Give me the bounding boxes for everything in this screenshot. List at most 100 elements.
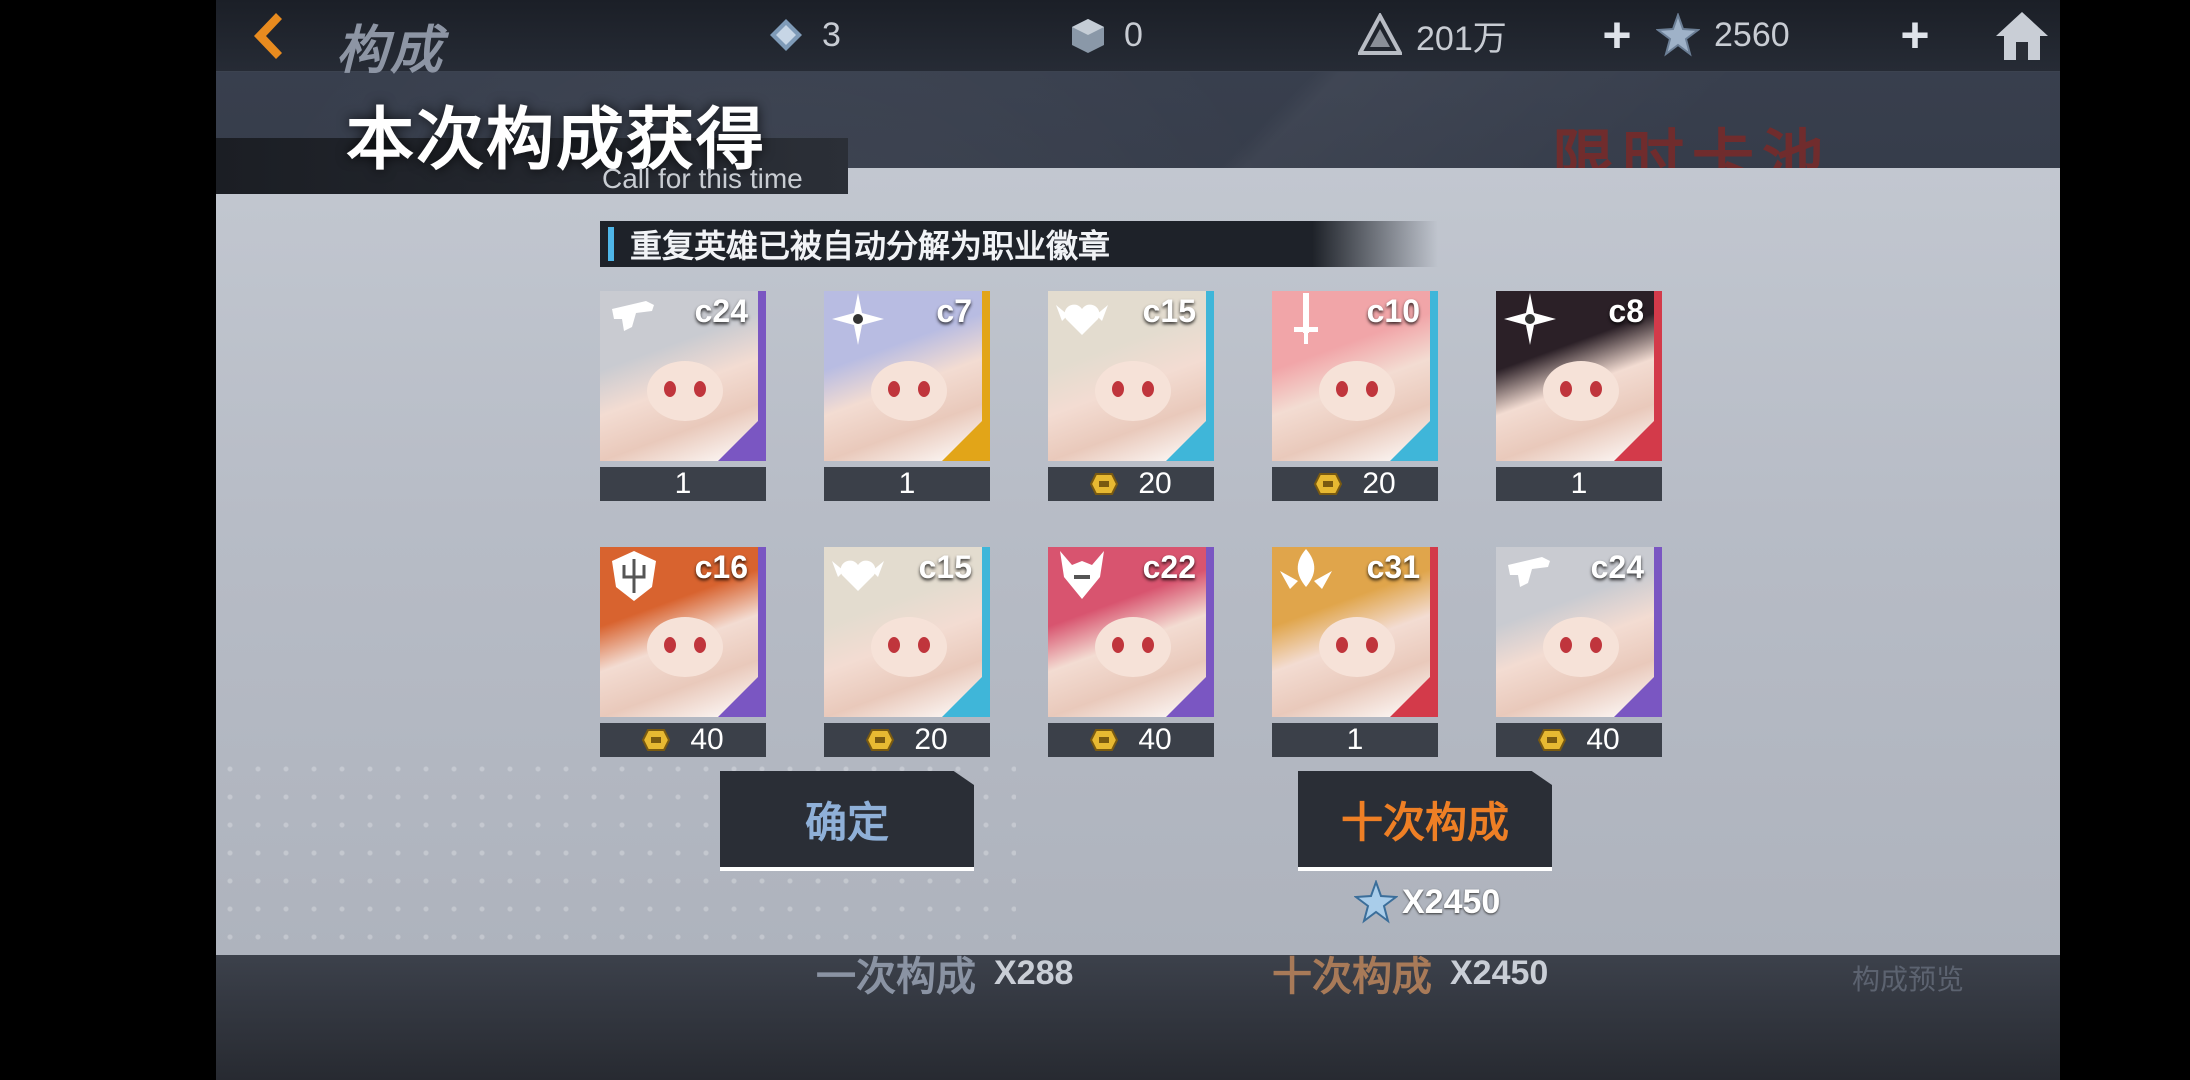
hero-face bbox=[1543, 361, 1619, 421]
back-button[interactable] bbox=[236, 8, 296, 64]
ten-pull-cost: X2450 bbox=[1354, 880, 1500, 924]
hero-code: c15 bbox=[1142, 293, 1196, 329]
class-badge-icon bbox=[1538, 729, 1567, 751]
hero-portrait: c15 bbox=[1048, 291, 1214, 461]
hero-code: c31 bbox=[1366, 549, 1420, 585]
top-bar: 构成 3 0 201万 + 2560 + bbox=[216, 0, 2060, 80]
hero-card[interactable]: c31 1 bbox=[1272, 547, 1438, 757]
hero-code: c22 bbox=[1142, 549, 1196, 585]
hero-count: 40 bbox=[1138, 723, 1172, 756]
home-icon bbox=[1996, 12, 2048, 60]
gold-amount: 201万 bbox=[1416, 19, 1507, 58]
hero-portrait: c10 bbox=[1272, 291, 1438, 461]
hero-portrait: c8 bbox=[1496, 291, 1662, 461]
hero-count: 1 bbox=[898, 467, 916, 500]
home-button[interactable] bbox=[1990, 6, 2054, 66]
hero-card[interactable]: c8 1 bbox=[1496, 291, 1662, 501]
ten-pull-cost-value: X2450 bbox=[1402, 882, 1501, 921]
hero-count: 20 bbox=[914, 723, 948, 756]
shuriken-icon bbox=[1504, 293, 1556, 345]
hero-code: c16 bbox=[694, 549, 748, 585]
demon-helm-icon bbox=[1060, 551, 1104, 599]
duplicate-notice: 重复英雄已被自动分解为职业徽章 bbox=[600, 221, 1438, 267]
hero-card[interactable]: c15 20 bbox=[1048, 291, 1214, 501]
single-pull-cost: X288 bbox=[994, 953, 1074, 992]
hero-count: 1 bbox=[1570, 467, 1588, 500]
results-grid: c24 1 c7 1 c15 20 c10 20 c8 1 c16 40 c15… bbox=[600, 291, 1680, 757]
hero-count-bar: 20 bbox=[1272, 467, 1438, 501]
hero-count-bar: 1 bbox=[600, 467, 766, 501]
dialog-subtitle: Call for this time bbox=[602, 163, 803, 194]
hero-portrait: c15 bbox=[824, 547, 990, 717]
crystal-star-icon bbox=[1354, 880, 1398, 924]
gacha-screen: 构成 3 0 201万 + 2560 + 限时卡池 本次构成获得 Call fo… bbox=[216, 0, 2060, 1080]
hero-code: c15 bbox=[918, 549, 972, 585]
hero-card[interactable]: c22 40 bbox=[1048, 547, 1214, 757]
class-badge-icon bbox=[1314, 473, 1343, 495]
hero-face bbox=[647, 617, 723, 677]
hero-card[interactable]: c15 20 bbox=[824, 547, 990, 757]
hero-code: c10 bbox=[1366, 293, 1420, 329]
hero-card[interactable]: c10 20 bbox=[1272, 291, 1438, 501]
pyramid-icon bbox=[1358, 13, 1402, 57]
hero-face bbox=[1095, 617, 1171, 677]
hero-count: 20 bbox=[1138, 467, 1172, 500]
resource-tickets: 3 bbox=[764, 10, 841, 60]
hero-code: c7 bbox=[936, 293, 972, 329]
add-gold-button[interactable]: + bbox=[1592, 10, 1642, 60]
cube-count: 0 bbox=[1124, 15, 1143, 54]
hero-card[interactable]: c24 1 bbox=[600, 291, 766, 501]
resource-gold: 201万 bbox=[1358, 10, 1507, 60]
hero-count-bar: 40 bbox=[1496, 723, 1662, 757]
hero-face bbox=[647, 361, 723, 421]
back-arrow-icon bbox=[254, 13, 282, 59]
crystal-amount: 2560 bbox=[1714, 15, 1790, 54]
class-badge-icon bbox=[642, 729, 671, 751]
hero-card[interactable]: c16 40 bbox=[600, 547, 766, 757]
hero-portrait: c31 bbox=[1272, 547, 1438, 717]
pistol-icon bbox=[612, 301, 654, 331]
heart-wings-icon bbox=[1056, 304, 1108, 335]
flame-wings-icon bbox=[1280, 549, 1332, 589]
hero-portrait: c22 bbox=[1048, 547, 1214, 717]
resource-crystals: 2560 bbox=[1656, 10, 1790, 60]
shuriken-icon bbox=[832, 293, 884, 345]
background-banner-text: 限时卡池 bbox=[1552, 125, 1833, 194]
bottom-ten-pull-button[interactable]: 十次构成 X2450 bbox=[1272, 945, 1548, 1001]
hero-portrait: c24 bbox=[600, 291, 766, 461]
hero-face bbox=[871, 617, 947, 677]
hero-face bbox=[1095, 361, 1171, 421]
hero-face bbox=[1543, 617, 1619, 677]
hero-card[interactable]: c7 1 bbox=[824, 291, 990, 501]
add-crystal-button[interactable]: + bbox=[1890, 10, 1940, 60]
bottom-ten-pull-label: 十次构成 bbox=[1272, 955, 1432, 999]
trident-shield-icon bbox=[612, 551, 656, 601]
hero-portrait: c16 bbox=[600, 547, 766, 717]
sword-icon bbox=[1294, 293, 1318, 344]
hero-face bbox=[1319, 617, 1395, 677]
hero-code: c8 bbox=[1608, 293, 1644, 329]
hero-code: c24 bbox=[694, 293, 748, 329]
hero-count-bar: 40 bbox=[600, 723, 766, 757]
hero-count-bar: 40 bbox=[1048, 723, 1214, 757]
crystal-star-icon bbox=[1656, 13, 1700, 57]
hero-count-bar: 20 bbox=[824, 723, 990, 757]
pistol-icon bbox=[1508, 557, 1550, 587]
hero-count-bar: 1 bbox=[1272, 723, 1438, 757]
confirm-button[interactable]: 确定 bbox=[720, 771, 974, 871]
bottom-ten-pull-cost: X2450 bbox=[1450, 953, 1549, 992]
class-badge-icon bbox=[866, 729, 895, 751]
hero-card[interactable]: c24 40 bbox=[1496, 547, 1662, 757]
pull-preview-label[interactable]: 构成预览 bbox=[1852, 958, 1964, 998]
resource-cubes: 0 bbox=[1066, 10, 1143, 60]
hero-count: 40 bbox=[1586, 723, 1620, 756]
bottom-action-bar bbox=[216, 955, 2060, 1080]
ticket-icon bbox=[764, 13, 808, 57]
hero-face bbox=[1319, 361, 1395, 421]
single-pull-button[interactable]: 一次构成 X288 bbox=[816, 945, 1073, 1001]
ten-pull-button[interactable]: 十次构成 bbox=[1298, 771, 1552, 871]
hero-count: 1 bbox=[1346, 723, 1364, 756]
hero-count: 1 bbox=[674, 467, 692, 500]
single-pull-label: 一次构成 bbox=[816, 955, 976, 999]
class-badge-icon bbox=[1090, 473, 1119, 495]
